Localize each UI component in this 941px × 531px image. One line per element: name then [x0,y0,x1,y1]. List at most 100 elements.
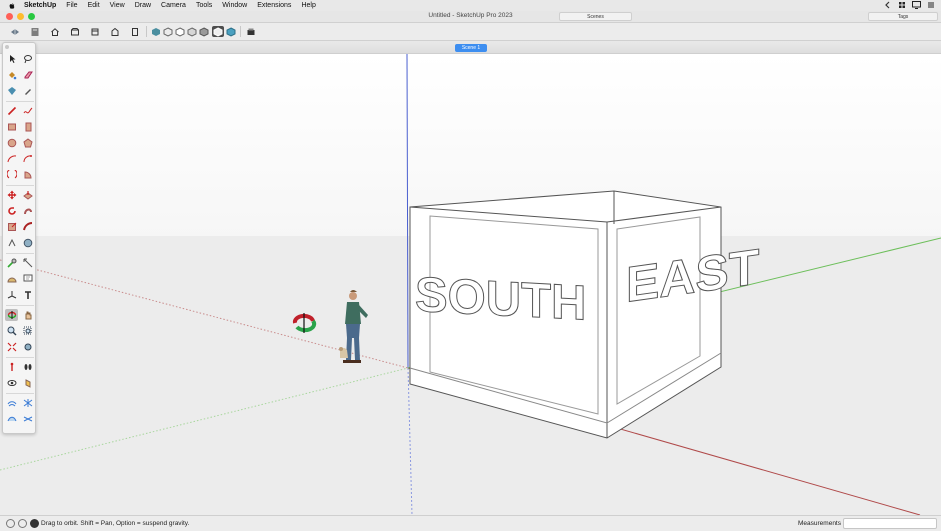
pie-tool-icon[interactable] [21,169,34,181]
solid-tools-icon[interactable] [21,237,34,249]
zoom-extents-tool-icon[interactable] [5,341,18,353]
push-pull-tool-icon[interactable] [21,189,34,201]
control-center-icon[interactable] [927,1,935,9]
palette-divider [6,101,34,102]
section-plane-tool-icon[interactable] [21,377,34,389]
scene-tab[interactable]: Scene 1 [455,44,487,52]
hidden-line-style-icon[interactable] [174,26,186,37]
scene-tabs-bar: Scene 1 [0,41,941,54]
position-camera-icon[interactable] [5,361,18,373]
geolocation-icon[interactable] [6,519,15,528]
chevron-left-icon[interactable] [884,1,892,9]
scenes-panel-tab[interactable]: Scenes [559,12,632,21]
eraser-tool-icon[interactable] [21,69,34,81]
rotate-tool-icon[interactable] [5,205,18,217]
tape-measure-tool-icon[interactable] [5,257,18,269]
three-point-arc-tool-icon[interactable] [5,169,18,181]
protractor-tool-icon[interactable] [5,273,18,285]
warehouse-icon[interactable] [9,26,21,37]
measurements-input[interactable] [843,518,937,529]
two-point-arc-tool-icon[interactable] [21,153,34,165]
paint-bucket-icon[interactable] [5,69,18,81]
extension-icon[interactable] [245,26,257,37]
sketchup-menu-icon[interactable] [898,1,906,9]
menu-file[interactable]: File [66,2,77,9]
menu-tools[interactable]: Tools [196,2,212,9]
user-status-icon[interactable] [30,519,39,528]
line-tool-icon[interactable] [5,105,18,117]
scene-canvas[interactable]: SOUTH EAST [0,54,941,515]
palette-close-dot[interactable] [5,45,9,49]
select-tool-icon[interactable] [5,53,18,65]
orbit-tool-icon[interactable] [5,309,18,321]
status-hint: Drag to orbit. Shift = Pan, Option = sus… [41,520,190,527]
axes-tool-icon[interactable] [5,289,18,301]
palette-divider [6,253,34,254]
rectangle-tool-icon[interactable] [5,121,18,133]
back-view-icon[interactable] [129,26,141,37]
zoom-tool-icon[interactable] [5,325,18,337]
menu-app-name[interactable]: SketchUp [24,2,56,9]
modeling-viewport[interactable]: SOUTH EAST [0,54,941,515]
window-title-bar: Untitled - SketchUp Pro 2023 Scenes Tags [0,11,941,23]
sample-tool-icon[interactable] [21,85,34,97]
flip-tool-icon[interactable] [5,237,18,249]
dimension-tool-icon[interactable] [21,257,34,269]
display-icon[interactable] [912,1,921,9]
walk-tool-icon[interactable] [21,361,34,373]
south-face-text: SOUTH [415,268,586,331]
circle-tool-icon[interactable] [5,137,18,149]
sketchup-app: SketchUp File Edit View Draw Camera Tool… [0,0,941,531]
menu-view[interactable]: View [110,2,125,9]
follow-me-tool-icon[interactable] [21,205,34,217]
style-builder-icon[interactable] [225,26,237,37]
menu-extensions[interactable]: Extensions [257,2,291,9]
polygon-tool-icon[interactable] [21,137,34,149]
sandbox-from-contours-icon[interactable] [5,397,18,409]
previous-view-icon[interactable] [21,341,34,353]
shaded-textures-style-icon[interactable] [198,26,210,37]
home-view-icon[interactable] [49,26,61,37]
credits-icon[interactable] [18,519,27,528]
sandbox-stamp-icon[interactable] [21,413,34,425]
top-view-icon[interactable] [69,26,81,37]
tags-panel-tab[interactable]: Tags [868,12,938,21]
move-tool-icon[interactable] [5,189,18,201]
toolbar-divider [146,26,147,37]
toolbar-divider [240,26,241,37]
monochrome-style-icon[interactable] [212,26,224,37]
look-around-tool-icon[interactable] [5,377,18,389]
lasso-tool-icon[interactable] [21,53,34,65]
menu-draw[interactable]: Draw [135,2,151,9]
apple-icon[interactable] [8,2,16,10]
sandbox-smoove-icon[interactable] [5,413,18,425]
3d-text-tool-icon[interactable] [21,289,34,301]
shaded-style-icon[interactable] [186,26,198,37]
palette-divider [6,305,34,306]
pan-tool-icon[interactable] [21,309,34,321]
tag-tool-icon[interactable] [5,85,18,97]
menu-edit[interactable]: Edit [88,2,100,9]
window-title: Untitled - SketchUp Pro 2023 [428,12,513,19]
sandbox-scratch-icon[interactable] [21,397,34,409]
menu-camera[interactable]: Camera [161,2,186,9]
text-tool-icon[interactable] [21,273,34,285]
right-view-icon[interactable] [109,26,121,37]
menu-bar: SketchUp File Edit View Draw Camera Tool… [0,0,941,11]
rotated-rectangle-tool-icon[interactable] [21,121,34,133]
main-toolbar [0,23,941,61]
arc-tool-icon[interactable] [5,153,18,165]
palette-divider [6,357,34,358]
model-info-icon[interactable] [29,26,41,37]
menubar-status-icons [884,1,935,9]
offset-tool-icon[interactable] [21,221,34,233]
menu-help[interactable]: Help [301,2,315,9]
tool-palette [2,42,36,434]
scale-tool-icon[interactable] [5,221,18,233]
wireframe-style-icon[interactable] [162,26,174,37]
freehand-tool-icon[interactable] [21,105,34,117]
front-view-icon[interactable] [89,26,101,37]
menu-window[interactable]: Window [222,2,247,9]
zoom-window-tool-icon[interactable] [21,325,34,337]
xray-style-icon[interactable] [150,26,162,37]
